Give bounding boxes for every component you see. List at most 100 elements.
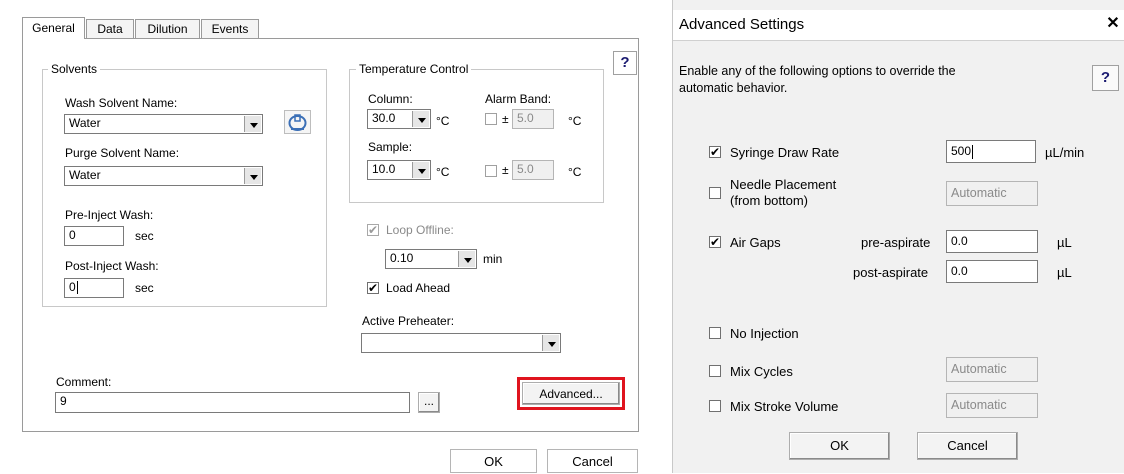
pre-inject-wash-input[interactable]: 0 [64,226,124,246]
sample-alarm-checkbox[interactable] [485,165,497,177]
syringe-draw-rate-checkbox[interactable]: ✔ [709,146,721,158]
syringe-draw-rate-unit: µL/min [1045,145,1085,160]
temperature-group [349,69,604,203]
text-caret [76,281,78,295]
active-preheater-label: Active Preheater: [362,314,455,328]
column-temp-label: Column: [368,92,413,106]
dialog-title: Advanced Settings [679,16,805,33]
air-gaps-checkbox[interactable]: ✔ [709,236,721,248]
chevron-down-icon [542,335,559,351]
tab-general[interactable]: General [22,17,85,39]
mix-cycles-value: Automatic [951,362,1007,376]
comment-browse-button[interactable]: ... [418,392,440,413]
air-gaps-label: Air Gaps [730,235,781,250]
loop-offline-select[interactable]: 0.10 [385,249,477,269]
needle-placement-label-1: Needle Placement [730,177,837,192]
sample-temp-label: Sample: [368,140,413,154]
syringe-draw-rate-input[interactable]: 500 [946,140,1036,163]
loop-offline-label: Loop Offline: [386,223,454,237]
loop-offline-value: 0.10 [390,251,414,265]
tab-general-label: General [32,21,75,35]
post-inject-wash-value: 0 [69,280,76,294]
sample-alarm-input[interactable]: 5.0 [512,160,554,180]
method-dialog: General Data Dilution Events ? Solvents … [0,0,662,473]
purge-solvent-select[interactable]: Water [64,166,263,186]
text-caret [972,144,974,159]
pre-inject-wash-label: Pre-Inject Wash: [65,208,154,222]
cancel-button[interactable]: Cancel [917,432,1018,460]
post-aspirate-input[interactable]: 0.0 [946,260,1038,283]
flask-icon [288,114,307,131]
alarm-band-label: Alarm Band: [485,92,552,106]
column-alarm-unit: °C [568,114,582,128]
column-temp-unit: °C [436,114,450,128]
sample-alarm-value: 5.0 [517,162,534,176]
comment-label: Comment: [56,375,112,389]
pre-inject-unit: sec [135,229,154,243]
no-injection-label: No Injection [730,326,799,341]
loop-offline-checkbox[interactable]: ✔ [367,224,379,236]
purge-solvent-label: Purge Solvent Name: [65,146,180,160]
mix-stroke-volume-checkbox[interactable] [709,400,721,412]
mix-cycles-label: Mix Cycles [730,364,793,379]
chevron-down-icon [412,162,429,178]
pre-aspirate-input[interactable]: 0.0 [946,230,1038,253]
comment-value: 9 [60,394,67,408]
needle-placement-checkbox[interactable] [709,187,721,199]
wash-solvent-select[interactable]: Water [64,114,263,134]
chevron-down-icon [458,251,475,267]
post-inject-unit: sec [135,281,154,295]
mix-cycles-input[interactable]: Automatic [946,357,1038,382]
tab-dilution[interactable]: Dilution [135,19,200,39]
active-preheater-select[interactable] [361,333,561,353]
load-ahead-label: Load Ahead [386,281,451,295]
tab-page-seam [23,37,84,40]
sample-temp-unit: °C [436,165,450,179]
pre-aspirate-unit: µL [1057,235,1072,250]
mix-stroke-volume-label: Mix Stroke Volume [730,399,839,414]
syringe-draw-rate-label: Syringe Draw Rate [730,145,840,160]
post-aspirate-value: 0.0 [951,264,968,278]
post-inject-wash-label: Post-Inject Wash: [65,259,159,273]
column-temp-value: 30.0 [372,111,396,125]
load-ahead-checkbox[interactable]: ✔ [367,282,379,294]
post-inject-wash-input[interactable]: 0 [64,278,124,298]
ok-button[interactable]: OK [450,449,537,473]
needle-placement-input[interactable]: Automatic [946,181,1038,206]
solvent-library-button[interactable] [284,110,311,134]
wash-solvent-value: Water [69,116,101,130]
mix-stroke-volume-input[interactable]: Automatic [946,393,1038,418]
loop-offline-unit: min [483,252,503,266]
chevron-down-icon [244,116,261,132]
sample-temp-select[interactable]: 10.0 [367,160,431,180]
tab-events[interactable]: Events [201,19,259,39]
chevron-down-icon [244,168,261,184]
help-button[interactable]: ? [613,51,637,75]
cancel-button[interactable]: Cancel [547,449,638,473]
post-aspirate-label: post-aspirate [853,265,929,280]
pre-aspirate-label: pre-aspirate [861,235,931,250]
sample-temp-value: 10.0 [372,162,396,176]
tab-data[interactable]: Data [86,19,134,39]
column-temp-select[interactable]: 30.0 [367,109,431,129]
mix-cycles-checkbox[interactable] [709,365,721,377]
needle-placement-value: Automatic [951,186,1007,200]
no-injection-checkbox[interactable] [709,327,721,339]
column-alarm-checkbox[interactable] [485,113,497,125]
close-icon[interactable]: ✕ [1103,13,1123,35]
help-button[interactable]: ? [1092,65,1119,91]
sample-alarm-unit: °C [568,165,582,179]
column-alarm-input[interactable]: 5.0 [512,109,554,129]
pre-inject-wash-value: 0 [69,228,76,242]
ok-button[interactable]: OK [789,432,890,460]
post-aspirate-unit: µL [1057,265,1072,280]
advanced-button[interactable]: Advanced... [522,382,620,405]
comment-input[interactable]: 9 [55,392,410,413]
advanced-settings-dialog: Advanced Settings ✕ Enable any of the fo… [672,0,1124,473]
purge-solvent-value: Water [69,168,101,182]
needle-placement-label-2: (from bottom) [730,193,809,208]
wash-solvent-label: Wash Solvent Name: [65,96,178,110]
column-alarm-value: 5.0 [517,111,534,125]
mix-stroke-volume-value: Automatic [951,398,1007,412]
column-alarm-pm: ± [502,112,509,126]
